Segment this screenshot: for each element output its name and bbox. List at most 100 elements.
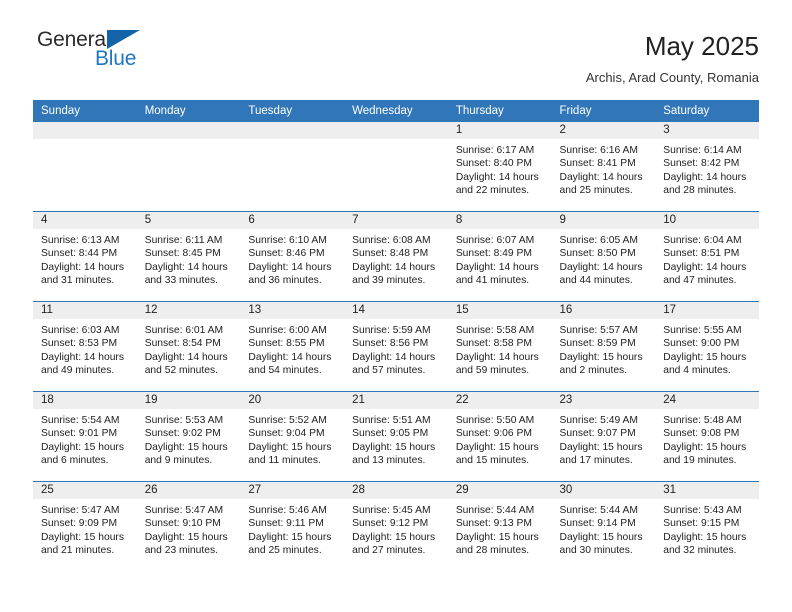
day-details: Sunrise: 5:48 AM Sunset: 9:08 PM Daylight:… <box>655 409 759 467</box>
daylight-duration-line1: Daylight: 15 hours <box>455 531 539 543</box>
sunrise-time: Sunrise: 5:59 AM <box>352 325 431 336</box>
calendar-day-cell[interactable]: 30 Sunrise: 5:44 AM Sunset: 9:14 PM Dayligh… <box>551 481 656 571</box>
calendar-week-row: 18 Sunrise: 5:54 AM Sunset: 9:01 PM Dayligh… <box>33 391 759 482</box>
day-number: 17 <box>655 302 759 319</box>
daylight-duration-line1: Daylight: 14 hours <box>352 261 436 273</box>
calendar-day-cell[interactable]: 28 Sunrise: 5:45 AM Sunset: 9:12 PM Dayligh… <box>344 481 448 571</box>
day-cell-content: 25 Sunrise: 5:47 AM Sunset: 9:09 PM Dayligh… <box>33 482 137 571</box>
daylight-duration-line2: and 41 minutes. <box>455 274 530 286</box>
calendar-day-cell[interactable]: 31 Sunrise: 5:43 AM Sunset: 9:15 PM Dayligh… <box>655 481 759 571</box>
calendar-day-cell[interactable]: 11 Sunrise: 6:03 AM Sunset: 8:53 PM Dayligh… <box>33 301 137 392</box>
calendar-day-cell[interactable]: 12 Sunrise: 6:01 AM Sunset: 8:54 PM Dayligh… <box>136 301 241 392</box>
calendar-day-cell[interactable]: 13 Sunrise: 6:00 AM Sunset: 8:55 PM Dayligh… <box>240 301 345 392</box>
daylight-duration-line1: Daylight: 14 hours <box>144 351 228 363</box>
day-cell-content: 12 Sunrise: 6:01 AM Sunset: 8:54 PM Dayligh… <box>136 302 241 391</box>
day-cell-content: 30 Sunrise: 5:44 AM Sunset: 9:14 PM Dayligh… <box>551 482 656 571</box>
sunrise-time: Sunrise: 6:08 AM <box>352 235 431 246</box>
day-cell-content: 5 Sunrise: 6:11 AM Sunset: 8:45 PM Daylight… <box>136 212 241 301</box>
page-header: General Blue May 2025 Archis, Arad Count… <box>0 0 792 88</box>
sunrise-time: Sunrise: 5:45 AM <box>352 505 431 516</box>
calendar-day-cell[interactable]: 4 Sunrise: 6:13 AM Sunset: 8:44 PM Daylight… <box>33 211 137 302</box>
daylight-duration-line2: and 49 minutes. <box>41 364 115 376</box>
sunset-time: Sunset: 9:15 PM <box>663 518 740 530</box>
day-number: 29 <box>447 482 552 499</box>
calendar-day-cell[interactable]: 29 Sunrise: 5:44 AM Sunset: 9:13 PM Dayligh… <box>447 481 552 571</box>
sunset-time: Sunset: 8:42 PM <box>663 158 740 170</box>
day-cell-content <box>344 122 448 211</box>
calendar-week-row: 4 Sunrise: 6:13 AM Sunset: 8:44 PM Daylight… <box>33 211 759 302</box>
day-number: 22 <box>447 392 552 409</box>
sunset-time: Sunset: 8:53 PM <box>41 338 118 350</box>
calendar-day-cell[interactable]: 14 Sunrise: 5:59 AM Sunset: 8:56 PM Dayligh… <box>344 301 448 392</box>
calendar-day-cell[interactable]: 16 Sunrise: 5:57 AM Sunset: 8:59 PM Dayligh… <box>551 301 656 392</box>
day-number: 19 <box>136 392 241 409</box>
calendar-day-cell[interactable]: 27 Sunrise: 5:46 AM Sunset: 9:11 PM Dayligh… <box>240 481 345 571</box>
calendar-day-cell[interactable]: 7 Sunrise: 6:08 AM Sunset: 8:48 PM Daylight… <box>344 211 448 302</box>
sunrise-time: Sunrise: 5:57 AM <box>559 325 638 336</box>
calendar-day-cell[interactable]: 19 Sunrise: 5:53 AM Sunset: 9:02 PM Dayligh… <box>136 391 241 482</box>
day-number: 5 <box>136 212 241 229</box>
day-details: Sunrise: 6:10 AM Sunset: 8:46 PM Daylight:… <box>240 229 344 287</box>
day-cell-content: 24 Sunrise: 5:48 AM Sunset: 9:08 PM Dayligh… <box>655 392 759 481</box>
day-cell-content: 26 Sunrise: 5:47 AM Sunset: 9:10 PM Dayligh… <box>136 482 241 571</box>
day-number: 4 <box>33 212 137 229</box>
sunset-time: Sunset: 8:41 PM <box>559 158 636 170</box>
sunset-time: Sunset: 8:58 PM <box>455 338 532 350</box>
calendar-week-row: 11 Sunrise: 6:03 AM Sunset: 8:53 PM Dayligh… <box>33 301 759 392</box>
calendar-day-cell[interactable]: 21 Sunrise: 5:51 AM Sunset: 9:05 PM Dayligh… <box>344 391 448 482</box>
day-details: Sunrise: 5:58 AM Sunset: 8:58 PM Daylight:… <box>448 319 552 377</box>
sunrise-time: Sunrise: 6:05 AM <box>559 235 638 246</box>
day-number: 18 <box>33 392 137 409</box>
daylight-duration-line2: and 13 minutes. <box>352 454 426 466</box>
daylight-duration-line1: Daylight: 15 hours <box>559 351 643 363</box>
day-cell-content: 11 Sunrise: 6:03 AM Sunset: 8:53 PM Dayligh… <box>33 302 137 391</box>
day-number: 1 <box>447 122 552 139</box>
day-details: Sunrise: 5:44 AM Sunset: 9:13 PM Daylight:… <box>448 499 552 557</box>
calendar-day-cell-empty <box>240 122 345 212</box>
daylight-duration-line1: Daylight: 14 hours <box>41 261 124 273</box>
day-number <box>240 122 345 139</box>
calendar-day-cell[interactable]: 2 Sunrise: 6:16 AM Sunset: 8:41 PM Daylight… <box>551 122 656 212</box>
sunset-time: Sunset: 9:13 PM <box>455 518 532 530</box>
calendar-day-cell[interactable]: 22 Sunrise: 5:50 AM Sunset: 9:06 PM Dayligh… <box>447 391 552 482</box>
sunset-time: Sunset: 9:12 PM <box>352 518 429 530</box>
sunrise-time: Sunrise: 5:47 AM <box>41 505 120 516</box>
day-number: 21 <box>344 392 448 409</box>
day-number: 10 <box>655 212 759 229</box>
calendar-day-cell[interactable]: 24 Sunrise: 5:48 AM Sunset: 9:08 PM Dayligh… <box>655 391 759 482</box>
sunrise-time: Sunrise: 6:04 AM <box>663 235 742 246</box>
day-details: Sunrise: 5:59 AM Sunset: 8:56 PM Daylight:… <box>344 319 448 377</box>
daylight-duration-line2: and 52 minutes. <box>144 364 218 376</box>
calendar-day-cell[interactable]: 8 Sunrise: 6:07 AM Sunset: 8:49 PM Daylight… <box>447 211 552 302</box>
general-blue-logo[interactable]: General Blue <box>33 28 153 76</box>
calendar-day-cell[interactable]: 3 Sunrise: 6:14 AM Sunset: 8:42 PM Daylight… <box>655 122 759 212</box>
daylight-duration-line2: and 2 minutes. <box>559 364 628 376</box>
calendar-day-cell[interactable]: 1 Sunrise: 6:17 AM Sunset: 8:40 PM Daylight… <box>447 122 552 212</box>
calendar-day-cell[interactable]: 15 Sunrise: 5:58 AM Sunset: 8:58 PM Dayligh… <box>447 301 552 392</box>
calendar-day-cell[interactable]: 10 Sunrise: 6:04 AM Sunset: 8:51 PM Dayligh… <box>655 211 759 302</box>
calendar-day-cell[interactable]: 25 Sunrise: 5:47 AM Sunset: 9:09 PM Dayligh… <box>33 481 137 571</box>
calendar-day-cell[interactable]: 26 Sunrise: 5:47 AM Sunset: 9:10 PM Dayligh… <box>136 481 241 571</box>
calendar-day-cell[interactable]: 18 Sunrise: 5:54 AM Sunset: 9:01 PM Dayligh… <box>33 391 137 482</box>
daylight-duration-line1: Daylight: 15 hours <box>663 351 747 363</box>
page-subtitle: Archis, Arad County, Romania <box>585 70 759 85</box>
calendar-day-cell[interactable]: 17 Sunrise: 5:55 AM Sunset: 9:00 PM Dayligh… <box>655 301 759 392</box>
calendar-day-cell[interactable]: 5 Sunrise: 6:11 AM Sunset: 8:45 PM Daylight… <box>136 211 241 302</box>
calendar-body: 1 Sunrise: 6:17 AM Sunset: 8:40 PM Daylight… <box>33 122 759 571</box>
day-details: Sunrise: 5:47 AM Sunset: 9:09 PM Daylight:… <box>33 499 137 557</box>
calendar-day-cell[interactable]: 9 Sunrise: 6:05 AM Sunset: 8:50 PM Daylight… <box>551 211 656 302</box>
calendar-day-cell[interactable]: 23 Sunrise: 5:49 AM Sunset: 9:07 PM Dayligh… <box>551 391 656 482</box>
sunset-time: Sunset: 9:08 PM <box>663 428 740 440</box>
sunrise-time: Sunrise: 6:07 AM <box>455 235 535 246</box>
day-number: 24 <box>655 392 759 409</box>
daylight-duration-line1: Daylight: 14 hours <box>352 351 436 363</box>
daylight-duration-line1: Daylight: 14 hours <box>455 171 539 183</box>
day-number: 12 <box>136 302 241 319</box>
sunset-time: Sunset: 8:55 PM <box>248 338 325 350</box>
daylight-duration-line2: and 25 minutes. <box>559 184 633 196</box>
calendar-day-cell[interactable]: 20 Sunrise: 5:52 AM Sunset: 9:04 PM Dayligh… <box>240 391 345 482</box>
day-cell-content: 10 Sunrise: 6:04 AM Sunset: 8:51 PM Dayligh… <box>655 212 759 301</box>
calendar-day-cell[interactable]: 6 Sunrise: 6:10 AM Sunset: 8:46 PM Daylight… <box>240 211 345 302</box>
daylight-duration-line2: and 32 minutes. <box>663 544 737 556</box>
weekday-header-friday: Friday <box>551 100 656 122</box>
